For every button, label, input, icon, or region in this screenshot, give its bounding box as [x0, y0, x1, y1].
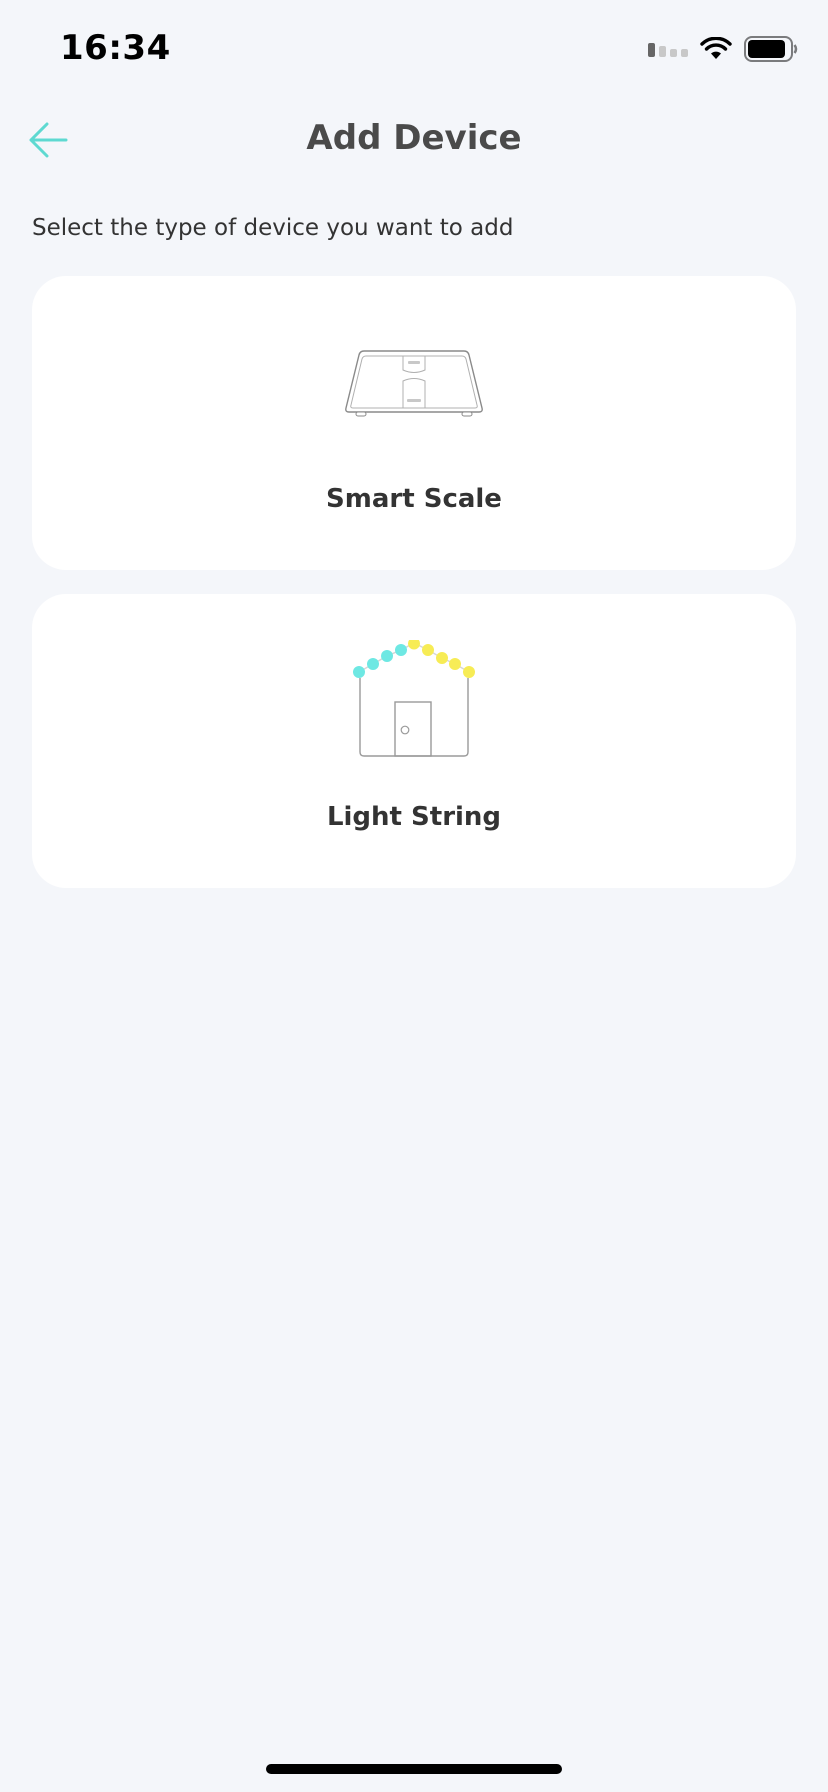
- device-card-light-string[interactable]: Light String: [32, 594, 796, 888]
- wifi-icon: [700, 37, 732, 59]
- cellular-signal-icon: [648, 43, 688, 57]
- status-icons: [648, 34, 798, 64]
- status-bar: 16:34: [0, 0, 828, 100]
- battery-icon: [744, 36, 798, 62]
- home-indicator[interactable]: [266, 1764, 562, 1774]
- device-label: Smart Scale: [326, 484, 502, 514]
- navigation-bar: Add Device: [0, 100, 828, 180]
- device-card-smart-scale[interactable]: Smart Scale: [32, 276, 796, 570]
- smart-scale-illustration: [32, 348, 796, 420]
- device-label: Light String: [326, 802, 502, 832]
- page-title: Add Device: [306, 118, 522, 158]
- page-subtitle: Select the type of device you want to ad…: [32, 215, 514, 241]
- light-string-illustration: [32, 640, 796, 760]
- status-time: 16:34: [60, 28, 171, 68]
